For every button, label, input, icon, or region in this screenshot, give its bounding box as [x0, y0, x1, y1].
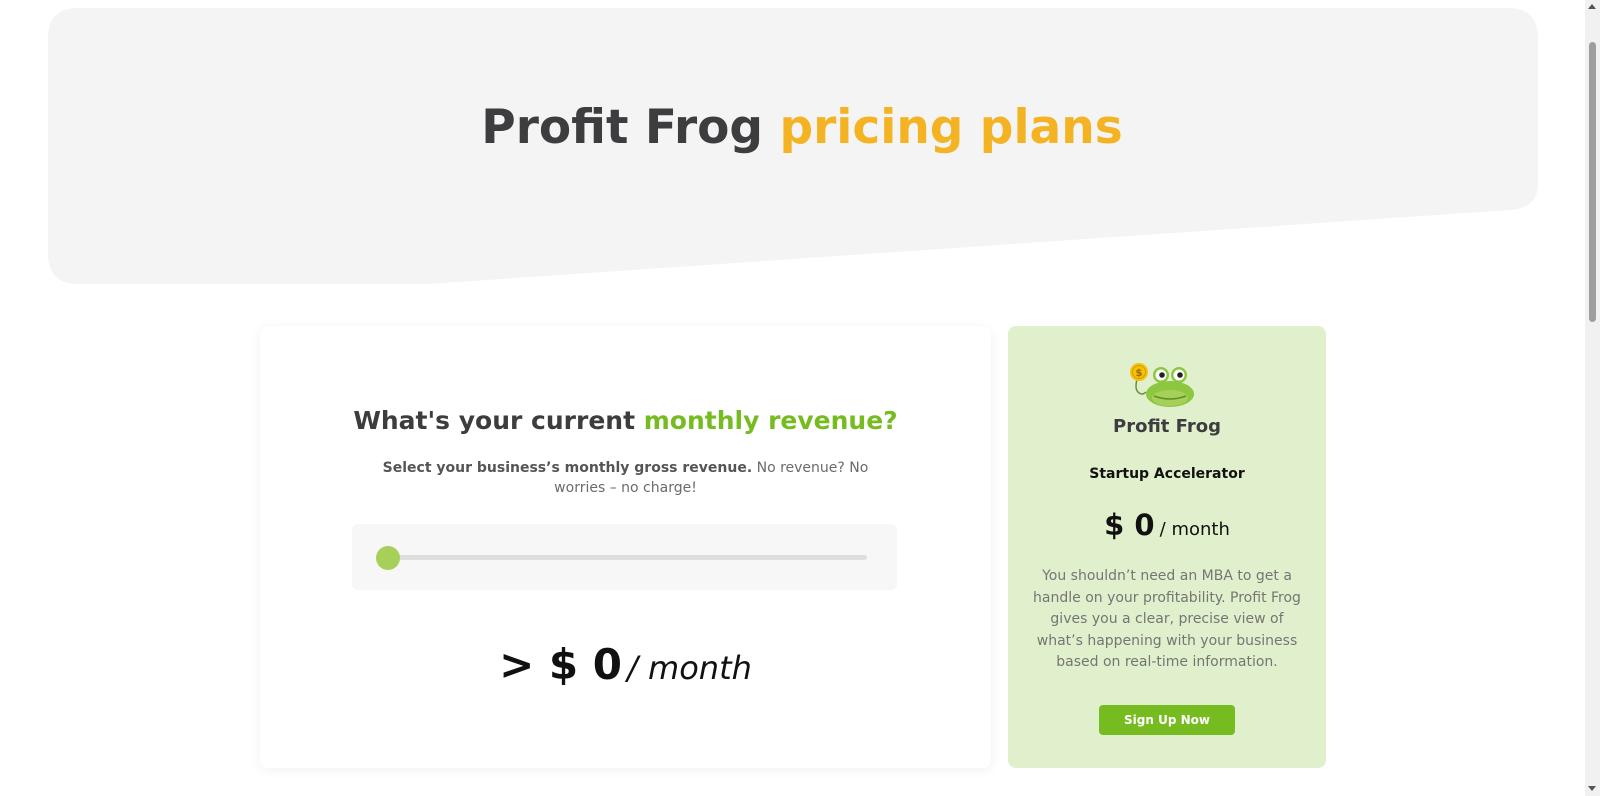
revenue-instructions: Select your business’s monthly gross rev…	[360, 458, 891, 498]
page-title-accent: pricing plans	[779, 100, 1123, 155]
plan-description: You shouldn’t need an MBA to get a handl…	[1033, 568, 1301, 671]
revenue-heading-accent: monthly revenue?	[643, 406, 898, 435]
page-scrollbar[interactable]	[1585, 0, 1600, 796]
sign-up-button[interactable]: Sign Up Now	[1099, 705, 1235, 735]
revenue-heading-main: What's your current	[353, 406, 636, 435]
selected-revenue-period: / month	[627, 649, 752, 687]
scrollbar-thumb[interactable]	[1589, 42, 1596, 322]
scroll-up-arrow-icon[interactable]	[1588, 4, 1596, 9]
plan-brand-name: Profit Frog	[1113, 416, 1221, 437]
plan-card: $ Profit Frog Startup Accelerator $ 0 / …	[1008, 326, 1326, 768]
revenue-slider-container	[352, 524, 897, 590]
selected-revenue-display: > $ 0 / month	[260, 640, 991, 689]
scroll-down-arrow-icon[interactable]	[1588, 786, 1596, 791]
revenue-calculator-card: What's your current monthly revenue? Sel…	[260, 326, 991, 768]
page-title: Profit Frog pricing plans	[0, 100, 1585, 155]
revenue-slider-handle[interactable]	[376, 546, 400, 570]
svg-text:$: $	[1136, 368, 1143, 379]
plan-name: Startup Accelerator	[1089, 466, 1245, 482]
profit-frog-logo-icon: $	[1130, 363, 1194, 407]
selected-revenue-value: > $ 0	[499, 640, 622, 689]
plan-price-value: $ 0	[1104, 508, 1155, 542]
page-viewport: Profit Frog pricing plans What's your cu…	[0, 0, 1585, 796]
page-title-main: Profit Frog	[481, 100, 764, 155]
plan-price-period: / month	[1159, 519, 1230, 540]
revenue-instructions-bold: Select your business’s monthly gross rev…	[382, 460, 753, 476]
revenue-question-heading: What's your current monthly revenue?	[260, 406, 991, 435]
revenue-slider-track[interactable]	[382, 555, 867, 560]
plan-price: $ 0 / month	[1008, 508, 1326, 542]
